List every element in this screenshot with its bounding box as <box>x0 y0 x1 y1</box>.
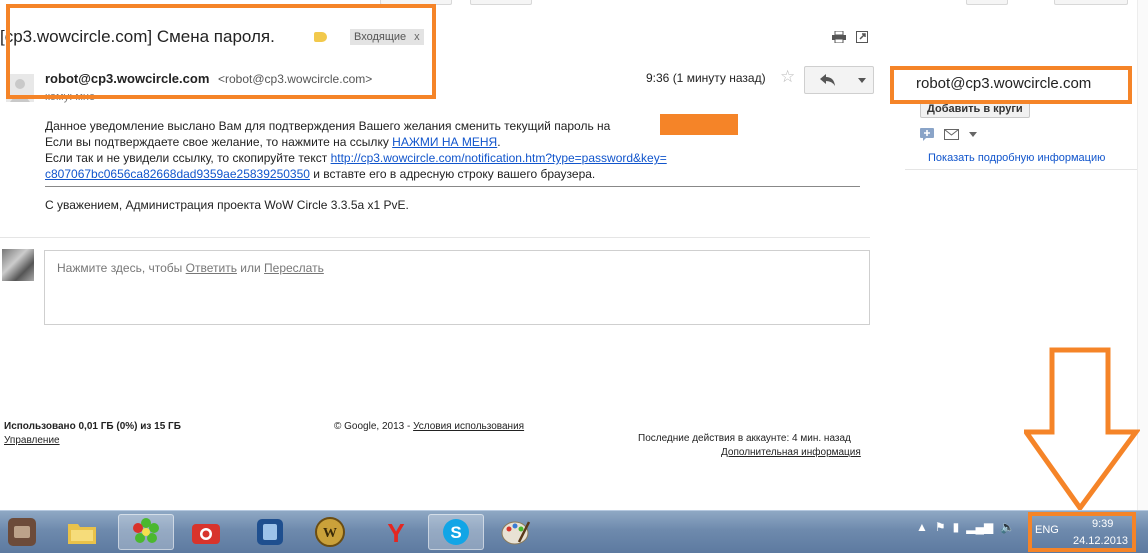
system-tray: ▲ ⚑ ▮ ▂▄▆ 🔈 <box>916 520 1015 534</box>
action-center-flag-icon[interactable]: ⚑ <box>935 520 946 534</box>
body-line-3: Если так и не увидели ссылку, то скопиру… <box>45 151 667 165</box>
skype-icon: S <box>443 519 469 545</box>
copyright-text: © Google, 2013 - <box>334 421 414 432</box>
reply-or-text: или <box>236 261 265 275</box>
taskbar-explorer[interactable] <box>62 514 102 550</box>
folder-icon <box>68 524 96 544</box>
document-app-icon <box>8 518 36 546</box>
reply-prompt-text: Нажмите здесь, чтобы <box>57 261 186 275</box>
body-line-1: Данное уведомление выслано Вам для подтв… <box>45 119 611 133</box>
tray-expand-icon[interactable]: ▲ <box>916 520 928 534</box>
taskbar-skype[interactable]: S <box>428 514 484 550</box>
chevron-down-icon <box>858 77 866 83</box>
svg-text:W: W <box>323 526 337 541</box>
signature-divider <box>45 186 860 187</box>
notification-link-key[interactable]: c807067bc0656ca82668dad9359ae25839250350 <box>45 167 310 181</box>
storage-usage: Использовано 0,01 ГБ (0%) из 15 ГБ <box>4 421 181 432</box>
app-icon <box>257 519 283 545</box>
account-details[interactable]: Дополнительная информация <box>721 447 861 458</box>
taskbar-icq[interactable] <box>118 514 174 550</box>
copyright: © Google, 2013 - Условия использования <box>334 421 524 432</box>
camera-icon <box>192 524 220 544</box>
show-details-link[interactable]: Показать подробную информацию <box>928 152 1105 164</box>
taskbar-wow[interactable]: W <box>310 514 350 550</box>
last-activity: Последние действия в аккаунте: 4 мин. на… <box>638 433 851 444</box>
contact-actions <box>920 128 977 141</box>
print-icon[interactable] <box>832 31 846 43</box>
details-link[interactable]: Дополнительная информация <box>721 447 861 458</box>
battery-icon[interactable]: ▮ <box>953 520 960 534</box>
volume-icon[interactable]: 🔈 <box>1000 520 1015 534</box>
terms-link[interactable]: Условия использования <box>413 421 524 432</box>
taskbar-app-doc[interactable] <box>2 514 42 550</box>
reply-box[interactable]: Нажмите здесь, чтобы Ответить или Пересл… <box>44 250 870 325</box>
body-line-4: c807067bc0656ca82668dad9359ae25839250350… <box>45 167 595 181</box>
body-line-2: Если вы подтверждаете свое желание, то н… <box>45 135 501 149</box>
sidebar-divider <box>905 169 1143 170</box>
new-window-icon[interactable] <box>856 31 868 43</box>
taskbar-camera[interactable] <box>186 514 226 550</box>
taskbar-yandex[interactable]: Y <box>376 514 416 550</box>
toolbar-button[interactable] <box>1054 0 1128 5</box>
chevron-down-icon[interactable] <box>969 132 977 137</box>
message-divider <box>0 237 870 238</box>
redacted-password <box>660 114 738 135</box>
star-icon[interactable]: ☆ <box>780 67 795 87</box>
notification-link[interactable]: http://cp3.wowcircle.com/notification.ht… <box>331 151 667 165</box>
reply-prompt: Нажмите здесь, чтобы Ответить или Пересл… <box>57 261 324 275</box>
forward-link[interactable]: Переслать <box>264 261 324 275</box>
body-line-4-text: и вставте его в адресную строку вашего б… <box>309 167 596 181</box>
annotation-arrow-icon <box>1024 347 1140 512</box>
email-icon[interactable] <box>944 129 959 140</box>
yandex-browser-icon: Y <box>387 518 404 546</box>
taskbar-paint[interactable] <box>496 514 536 550</box>
more-actions-button[interactable] <box>851 66 874 94</box>
toolbar-button[interactable] <box>470 0 532 5</box>
chat-icon[interactable] <box>920 128 934 141</box>
annotation-box-contact <box>890 66 1132 104</box>
user-avatar <box>2 249 34 281</box>
reply-button[interactable] <box>804 66 852 94</box>
body-line-3-text: Если так и не увидели ссылку, то скопиру… <box>45 151 331 165</box>
icq-flower-icon <box>133 518 159 543</box>
confirm-link[interactable]: НАЖМИ НА МЕНЯ <box>392 135 497 149</box>
reply-arrow-icon <box>820 74 835 86</box>
network-signal-icon[interactable]: ▂▄▆ <box>966 520 993 534</box>
reply-link[interactable]: Ответить <box>186 261 237 275</box>
message-time: 9:36 (1 минуту назад) <box>646 71 766 85</box>
paint-palette-icon <box>501 521 531 545</box>
taskbar-app-blue[interactable] <box>250 514 290 550</box>
body-line-2-text: Если вы подтверждаете свое желание, то н… <box>45 135 393 149</box>
annotation-box-clock <box>1028 512 1136 552</box>
manage-storage[interactable]: Управление <box>4 435 60 446</box>
svg-text:Y: Y <box>387 518 404 546</box>
svg-text:S: S <box>450 523 461 542</box>
body-line-2-end: . <box>497 135 501 149</box>
signature: С уважением, Администрация проекта WoW C… <box>45 198 409 212</box>
annotation-box-subject <box>6 4 436 99</box>
wow-icon: W <box>315 517 345 547</box>
manage-link[interactable]: Управление <box>4 435 60 446</box>
toolbar-button[interactable] <box>966 0 1008 5</box>
